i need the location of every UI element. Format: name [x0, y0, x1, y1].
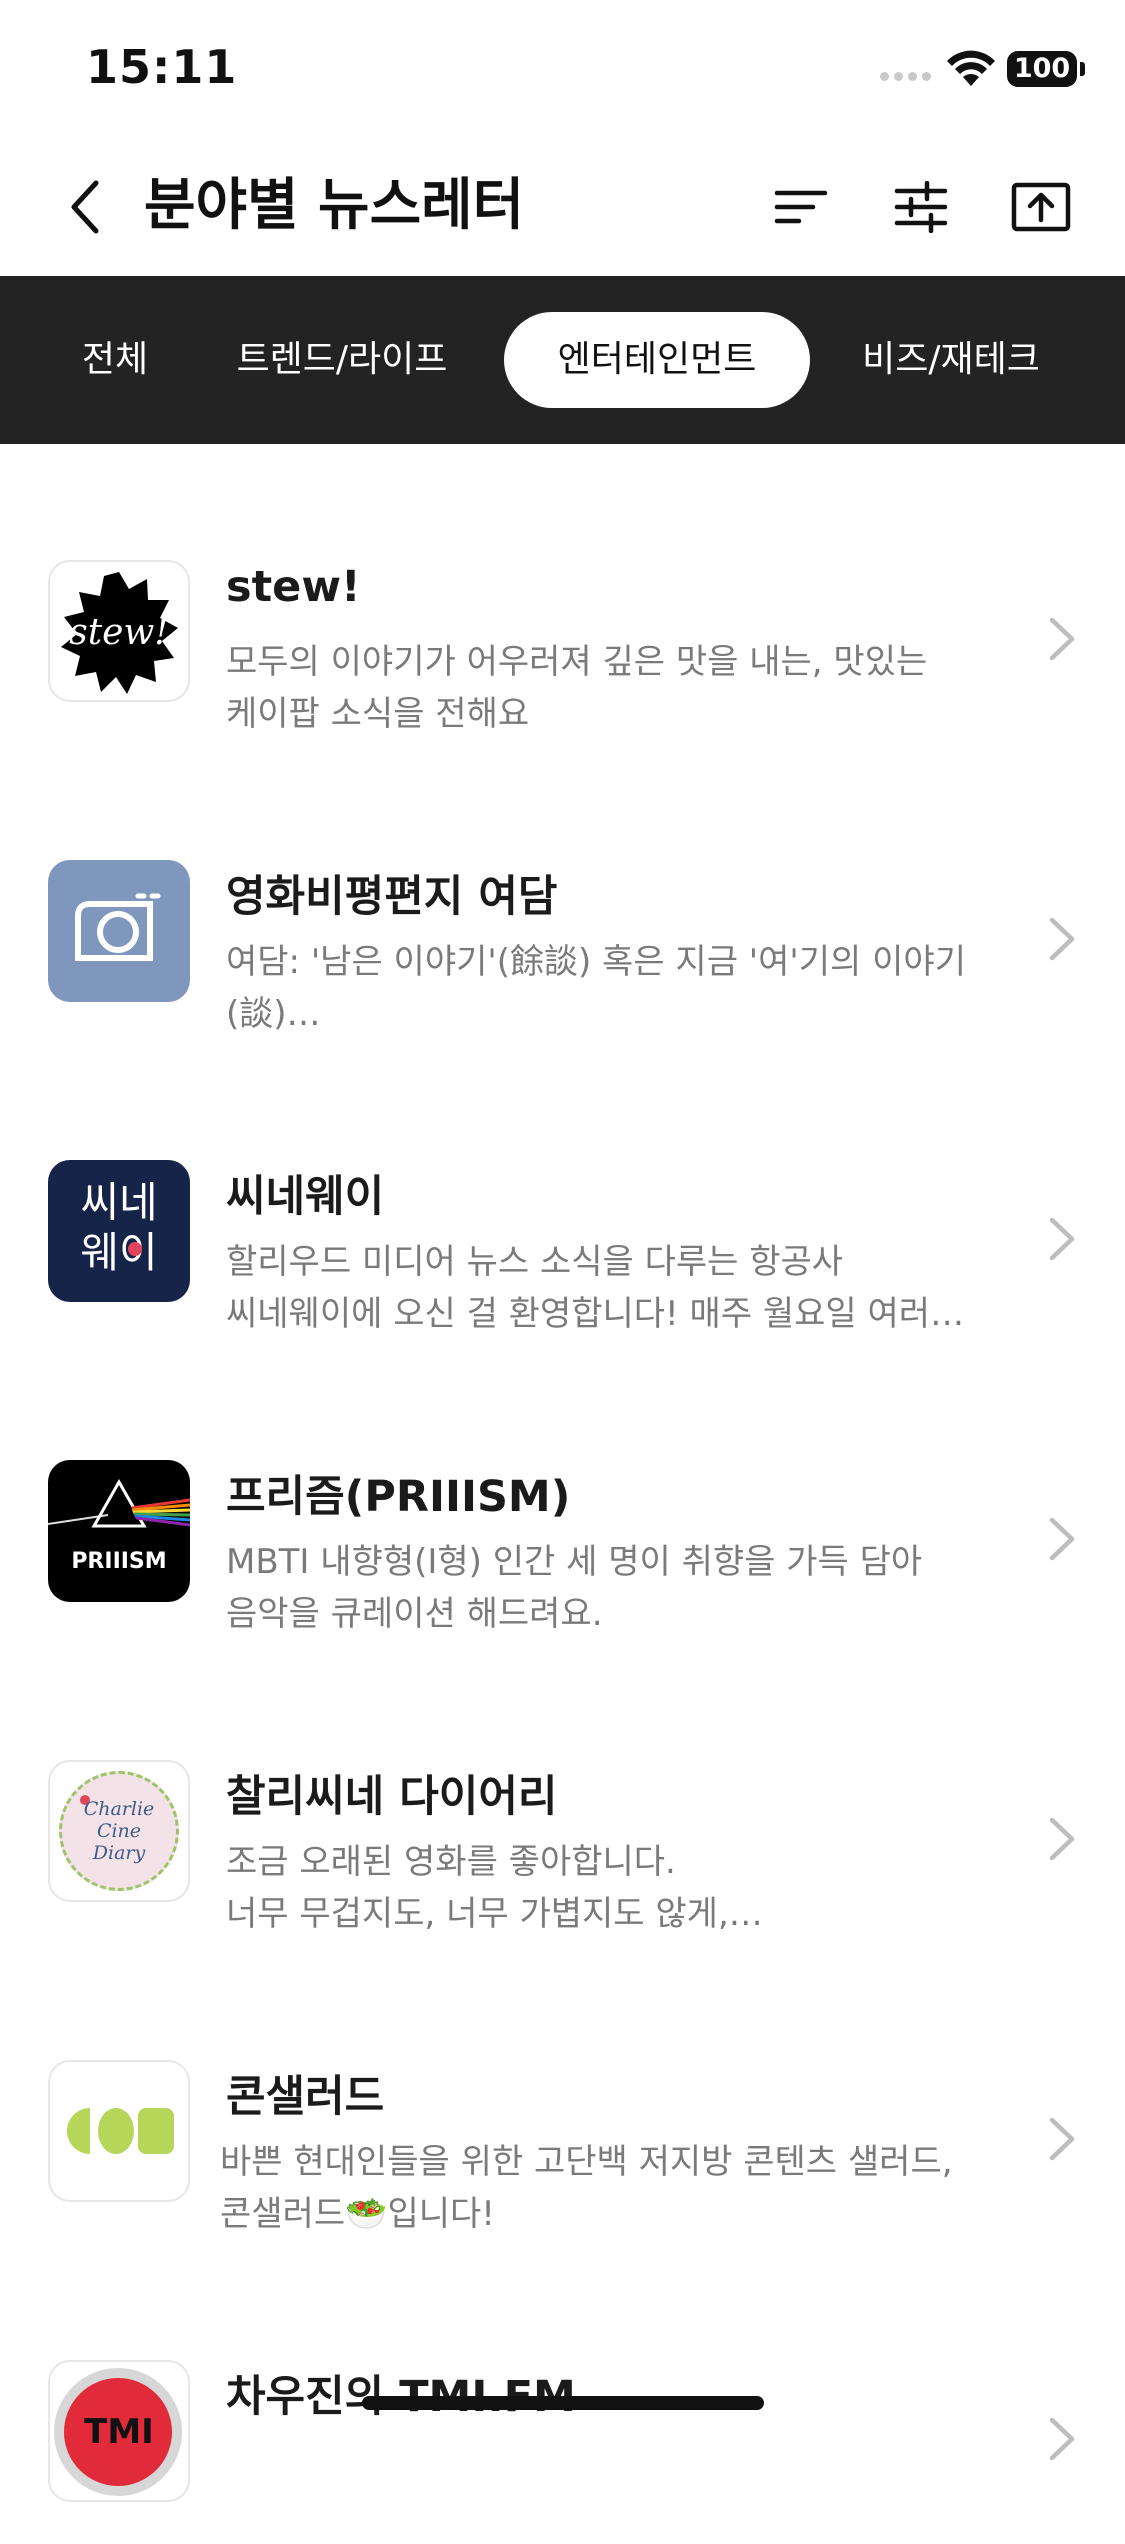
newsletter-item-priiism[interactable]: PRIIISM 프리즘(PRIIISM) MBTI 내향형(I형) 인간 세 명…	[0, 1344, 1125, 1644]
description-line: 바쁜 현대인들을 위한 고단백 저지방 콘텐츠 샐러드,	[220, 2142, 953, 2182]
tmi-logo-text: TMI	[84, 2412, 154, 2452]
home-indicator[interactable]	[362, 2396, 764, 2410]
yeodam-logo	[48, 860, 190, 1002]
tab-biz-finance[interactable]: 비즈/재테크	[838, 312, 1064, 408]
battery-tip	[1080, 62, 1085, 76]
chevron-right-icon	[1049, 2417, 1075, 2461]
newsletter-title: 차우진의 TMI.FM	[226, 2372, 576, 2422]
newsletter-item-cineway[interactable]: 씨네 웨이 씨네웨이 할리우드 미디어 뉴스 소식을 다루는 항공사 씨네웨이에…	[0, 1044, 1125, 1344]
newsletter-description: 바쁜 현대인들을 위한 고단백 저지방 콘텐츠 샐러드, 콘샐러드🥗입니다!	[220, 2136, 980, 2240]
newsletter-item-charlie-cine-diary[interactable]: Charlie Cine Diary 찰리씨네 다이어리 조금 오래된 영화를 …	[0, 1644, 1125, 1944]
description-line: MBTI 내향형(I형) 인간 세 명이 취향을 가득 담아	[226, 1542, 923, 1582]
newsletter-title: 영화비평편지 여담	[226, 872, 558, 922]
cineway-logo-line: 웨이	[80, 1228, 158, 1277]
status-time: 15:11	[86, 40, 238, 94]
description-line: 음악을 큐레이션 해드려요.	[226, 1594, 603, 1634]
cineway-logo-line: 씨네	[80, 1178, 158, 1227]
description-line: 콘샐러드🥗입니다!	[220, 2194, 495, 2234]
upload-box-icon	[1011, 182, 1071, 232]
priiism-logo: PRIIISM	[48, 1460, 190, 1602]
charlie-cine-diary-logo: Charlie Cine Diary	[48, 1760, 190, 1902]
tab-entertainment[interactable]: 엔터테인먼트	[504, 312, 810, 408]
status-bar: 15:11 100	[0, 0, 1125, 140]
diary-logo-line: Cine	[96, 1820, 142, 1842]
chevron-right-icon	[1049, 617, 1075, 661]
newsletter-description: 할리우드 미디어 뉴스 소식을 다루는 항공사 씨네웨이에 오신 걸 환영합니다…	[226, 1236, 986, 1340]
description-line: 모두의 이야기가 어우러져 깊은 맛을 내는, 맛있는	[226, 642, 928, 682]
newsletter-title: 씨네웨이	[226, 1172, 385, 1222]
diary-logo-line: Diary	[92, 1842, 146, 1864]
consalad-shapes-icon	[66, 2108, 174, 2154]
diary-logo-line: Charlie	[83, 1798, 155, 1820]
newsletter-title: stew!	[226, 562, 361, 612]
chevron-right-icon	[1049, 1517, 1075, 1561]
consalad-logo	[48, 2060, 190, 2202]
sort-lines-icon	[774, 190, 828, 224]
chevron-left-icon	[71, 180, 99, 234]
chevron-right-icon	[1049, 2117, 1075, 2161]
newsletter-description: 여담: '남은 이야기'(餘談) 혹은 지금 '여'기의 이야기 (談)…	[226, 936, 986, 1040]
newsletter-item-consalad[interactable]: 콘샐러드 바쁜 현대인들을 위한 고단백 저지방 콘텐츠 샐러드, 콘샐러드🥗입…	[0, 1944, 1125, 2244]
newsletter-item-stew[interactable]: stew! stew! 모두의 이야기가 어우러져 깊은 맛을 내는, 맛있는 …	[0, 444, 1125, 744]
back-button[interactable]	[52, 172, 118, 242]
newsletter-title: 콘샐러드	[226, 2072, 385, 2122]
prism-icon: PRIIISM	[48, 1478, 190, 1574]
newsletter-title: 프리즘(PRIIISM)	[226, 1472, 571, 1522]
tab-all[interactable]: 전체	[52, 312, 178, 408]
newsletter-title: 찰리씨네 다이어리	[226, 1772, 558, 1822]
stew-logo: stew!	[48, 560, 190, 702]
cineway-red-dot	[128, 1242, 142, 1256]
description-line: 조금 오래된 영화를 좋아합니다.	[226, 1842, 676, 1882]
battery-icon: 100	[1007, 51, 1077, 87]
newsletter-description: 모두의 이야기가 어우러져 깊은 맛을 내는, 맛있는 케이팝 소식을 전해요	[226, 636, 986, 740]
tmi-fm-logo: TMI	[48, 2360, 190, 2502]
camera-frame-icon	[75, 893, 161, 961]
description-line: 씨네웨이에 오신 걸 환영합니다! 매주 월요일 여러…	[226, 1294, 965, 1334]
tab-trend-life[interactable]: 트렌드/라이프	[206, 312, 478, 408]
newsletter-description: MBTI 내향형(I형) 인간 세 명이 취향을 가득 담아 음악을 큐레이션 …	[226, 1536, 986, 1640]
description-line: 케이팝 소식을 전해요	[226, 694, 530, 734]
newsletter-description: 조금 오래된 영화를 좋아합니다. 너무 무겁지도, 너무 가볍지도 않게,…	[226, 1836, 986, 1940]
category-tab-bar: 전체 트렌드/라이프 엔터테인먼트 비즈/재테크	[0, 276, 1125, 444]
wifi-icon	[947, 50, 995, 86]
newsletter-item-tmi-fm[interactable]: TMI 차우진의 TMI.FM	[0, 2244, 1125, 2544]
chevron-right-icon	[1049, 917, 1075, 961]
newsletter-item-yeodam[interactable]: 영화비평편지 여담 여담: '남은 이야기'(餘談) 혹은 지금 '여'기의 이…	[0, 744, 1125, 1044]
description-line: 너무 무겁지도, 너무 가볍지도 않게,…	[226, 1894, 763, 1934]
share-button[interactable]	[1006, 172, 1076, 242]
description-line: (談)…	[226, 994, 321, 1034]
chevron-right-icon	[1049, 1217, 1075, 1261]
app-header: 분야별 뉴스레터	[0, 140, 1125, 276]
sort-button[interactable]	[766, 172, 836, 242]
page-title: 분야별 뉴스레터	[144, 173, 525, 238]
chevron-right-icon	[1049, 1817, 1075, 1861]
priiism-logo-text: PRIIISM	[71, 1549, 166, 1574]
stew-logo-text: stew!	[69, 612, 169, 653]
stew-badge-icon: stew!	[61, 572, 178, 694]
filter-button[interactable]	[886, 172, 956, 242]
cellular-signal-icon	[880, 72, 932, 84]
description-line: 여담: '남은 이야기'(餘談) 혹은 지금 '여'기의 이야기	[226, 942, 966, 982]
description-line: 할리우드 미디어 뉴스 소식을 다루는 항공사	[226, 1242, 844, 1282]
sliders-icon	[894, 181, 948, 233]
cineway-logo: 씨네 웨이	[48, 1160, 190, 1302]
